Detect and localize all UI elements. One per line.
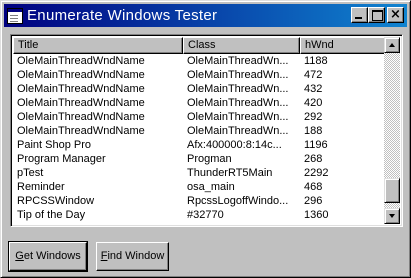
cell-title: OleMainThreadWndName xyxy=(17,69,145,81)
cell-class: osa_main xyxy=(187,181,235,193)
cell-class: OleMainThreadWn... xyxy=(187,55,289,67)
cell-title: OleMainThreadWndName xyxy=(17,55,145,67)
table-row[interactable]: RPCSSWindow RpcssLogoffWindo... 296 xyxy=(13,194,387,208)
cell-hwnd: 1196 xyxy=(304,139,328,151)
column-header-hwnd[interactable]: hWnd xyxy=(300,37,387,54)
scroll-thumb[interactable] xyxy=(384,178,400,203)
close-icon: × xyxy=(390,7,401,22)
cell-hwnd: 296 xyxy=(304,195,323,207)
arrow-down-icon xyxy=(389,214,395,218)
caption-buttons: × xyxy=(351,7,404,23)
table-row[interactable]: Reminder osa_main 468 xyxy=(13,180,387,194)
cell-class: Progman xyxy=(187,153,232,165)
cell-hwnd: 2292 xyxy=(304,167,329,179)
cell-title: Tip of the Day xyxy=(17,209,86,221)
main-window: Enumerate Windows Tester × Title Class h… xyxy=(0,0,411,278)
get-windows-accelerator: G xyxy=(15,250,24,262)
cell-title: OleMainThreadWndName xyxy=(17,125,145,137)
get-windows-button[interactable]: Get Windows xyxy=(8,241,88,272)
list-header: Title Class hWnd xyxy=(13,37,387,54)
minimize-button[interactable] xyxy=(351,7,368,23)
find-window-label: ind Window xyxy=(107,250,165,262)
close-button[interactable]: × xyxy=(387,7,404,23)
cell-class: OleMainThreadWn... xyxy=(187,69,289,81)
column-header-title[interactable]: Title xyxy=(13,37,183,54)
get-windows-label: et Windows xyxy=(23,250,81,262)
table-row[interactable]: OleMainThreadWndName OleMainThreadWn... 47… xyxy=(13,68,387,82)
cell-class: RpcssLogoffWindo... xyxy=(187,195,289,207)
cell-hwnd: 468 xyxy=(304,181,323,193)
cell-title: OleMainThreadWndName xyxy=(17,97,145,109)
cell-title: OleMainThreadWndName xyxy=(17,111,145,123)
cell-class: OleMainThreadWn... xyxy=(187,97,289,109)
cell-title: pTest xyxy=(17,167,44,179)
column-header-class[interactable]: Class xyxy=(183,37,300,54)
cell-title: Reminder xyxy=(17,181,65,193)
table-row[interactable]: Paint Shop Pro Afx:400000:8:14c... 1196 xyxy=(13,138,387,152)
cell-class: #32770 xyxy=(187,209,224,221)
cell-class: ThunderRT5Main xyxy=(187,167,273,179)
cell-hwnd: 472 xyxy=(304,69,323,81)
arrow-up-icon xyxy=(389,43,395,47)
cell-title: RPCSSWindow xyxy=(17,195,95,207)
cell-hwnd: 432 xyxy=(304,83,323,95)
vertical-scrollbar[interactable] xyxy=(384,37,400,224)
table-row[interactable]: OleMainThreadWndName OleMainThreadWn... 18… xyxy=(13,124,387,138)
window-title: Enumerate Windows Tester xyxy=(27,7,218,24)
cell-class: OleMainThreadWn... xyxy=(187,125,289,137)
app-window-icon[interactable] xyxy=(7,7,23,24)
maximize-button[interactable] xyxy=(368,7,385,23)
cell-hwnd: 268 xyxy=(304,153,323,165)
cell-title: Paint Shop Pro xyxy=(17,139,91,151)
cell-title: Program Manager xyxy=(17,153,106,165)
table-row[interactable]: Program Manager Progman 268 xyxy=(13,152,387,166)
windows-list[interactable]: Title Class hWnd OleMainThreadWndName Ole… xyxy=(10,34,403,227)
table-row[interactable]: OleMainThreadWndName OleMainThreadWn... 11… xyxy=(13,54,387,68)
cell-class: OleMainThreadWn... xyxy=(187,111,289,123)
table-row[interactable]: OleMainThreadWndName OleMainThreadWn... 42… xyxy=(13,96,387,110)
cell-hwnd: 292 xyxy=(304,111,323,123)
cell-hwnd: 1188 xyxy=(304,55,328,67)
list-body: OleMainThreadWndName OleMainThreadWn... 11… xyxy=(13,54,387,222)
scroll-up-button[interactable] xyxy=(384,37,400,53)
table-row[interactable]: pTest ThunderRT5Main 2292 xyxy=(13,166,387,180)
table-row[interactable]: Tip of the Day #32770 1360 xyxy=(13,208,387,222)
cell-hwnd: 1360 xyxy=(304,209,329,221)
table-row[interactable]: OleMainThreadWndName OleMainThreadWn... 29… xyxy=(13,110,387,124)
cell-class: OleMainThreadWn... xyxy=(187,83,289,95)
table-row[interactable]: OleMainThreadWndName OleMainThreadWn... 43… xyxy=(13,82,387,96)
cell-hwnd: 188 xyxy=(304,125,323,137)
title-bar[interactable]: Enumerate Windows Tester × xyxy=(4,4,407,27)
scroll-down-button[interactable] xyxy=(384,208,400,224)
cell-class: Afx:400000:8:14c... xyxy=(187,139,282,151)
cell-hwnd: 420 xyxy=(304,97,323,109)
cell-title: OleMainThreadWndName xyxy=(17,83,145,95)
find-window-button[interactable]: Find Window xyxy=(96,242,169,271)
